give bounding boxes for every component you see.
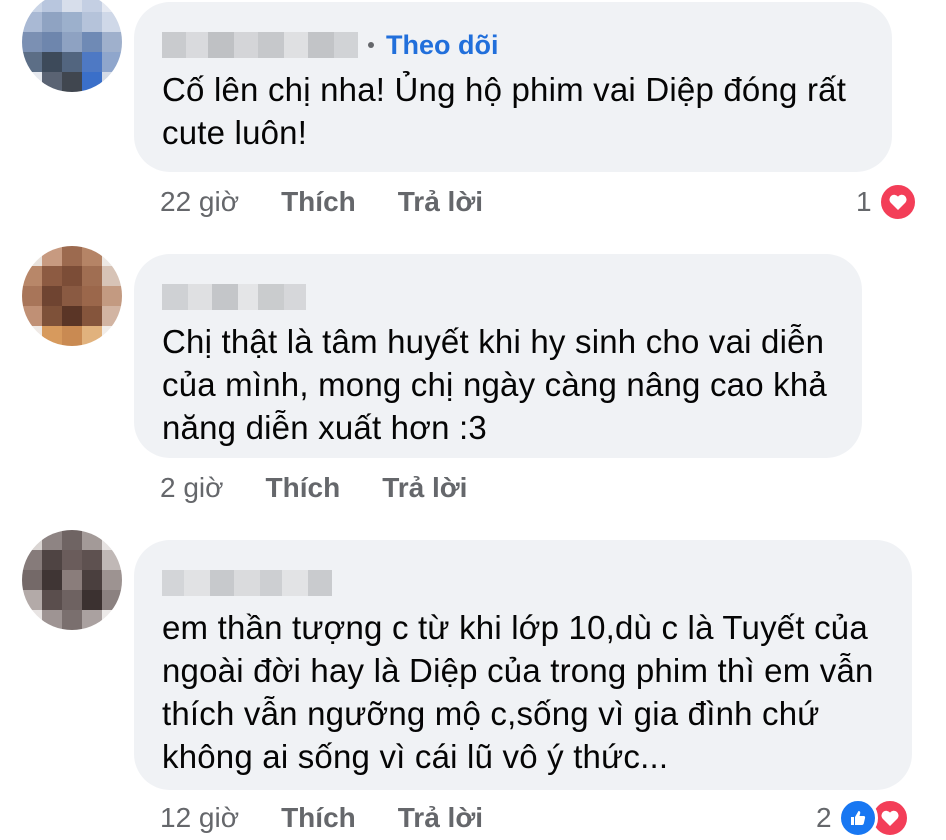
reaction-count: 2 (816, 802, 832, 833)
avatar[interactable] (22, 246, 122, 346)
reply-button[interactable]: Trả lời (398, 186, 483, 218)
reaction-count: 1 (856, 186, 872, 217)
comment-actions: 12 giờ Thích Trả lời (160, 802, 525, 834)
like-button[interactable]: Thích (281, 802, 356, 834)
comment-text: em thần tượng c từ khi lớp 10,dù c là Tu… (162, 609, 874, 775)
author-name[interactable] (162, 284, 306, 310)
comment-actions: 22 giờ Thích Trả lời (160, 186, 525, 218)
follow-button[interactable]: Theo dõi (386, 30, 498, 61)
timestamp[interactable]: 22 giờ (160, 186, 239, 218)
reactions-summary[interactable]: 2 (816, 798, 910, 838)
reactions-summary[interactable]: 1 (856, 182, 918, 222)
comment-bubble: Theo dõi Cố lên chị nha! Ủng hộ phim vai… (134, 2, 892, 172)
reply-button[interactable]: Trả lời (398, 802, 483, 834)
like-icon (837, 798, 878, 838)
love-icon (877, 182, 918, 222)
timestamp[interactable]: 2 giờ (160, 472, 224, 504)
separator-dot (368, 42, 374, 48)
comment-bubble: Chị thật là tâm huyết khi hy sinh cho va… (134, 254, 862, 458)
comment-bubble: em thần tượng c từ khi lớp 10,dù c là Tu… (134, 540, 912, 790)
like-button[interactable]: Thích (281, 186, 356, 218)
like-button[interactable]: Thích (266, 472, 341, 504)
comment-text: Chị thật là tâm huyết khi hy sinh cho va… (162, 323, 827, 446)
comment-text: Cố lên chị nha! Ủng hộ phim vai Diệp đón… (162, 71, 847, 151)
author-name[interactable] (162, 570, 332, 596)
comment-header (162, 564, 884, 602)
avatar[interactable] (22, 0, 122, 92)
comment-header (162, 278, 834, 316)
comment-actions: 2 giờ Thích Trả lời (160, 472, 509, 504)
author-name[interactable] (162, 32, 358, 58)
avatar[interactable] (22, 530, 122, 630)
comment-header: Theo dõi (162, 26, 864, 64)
reply-button[interactable]: Trả lời (382, 472, 467, 504)
timestamp[interactable]: 12 giờ (160, 802, 239, 834)
